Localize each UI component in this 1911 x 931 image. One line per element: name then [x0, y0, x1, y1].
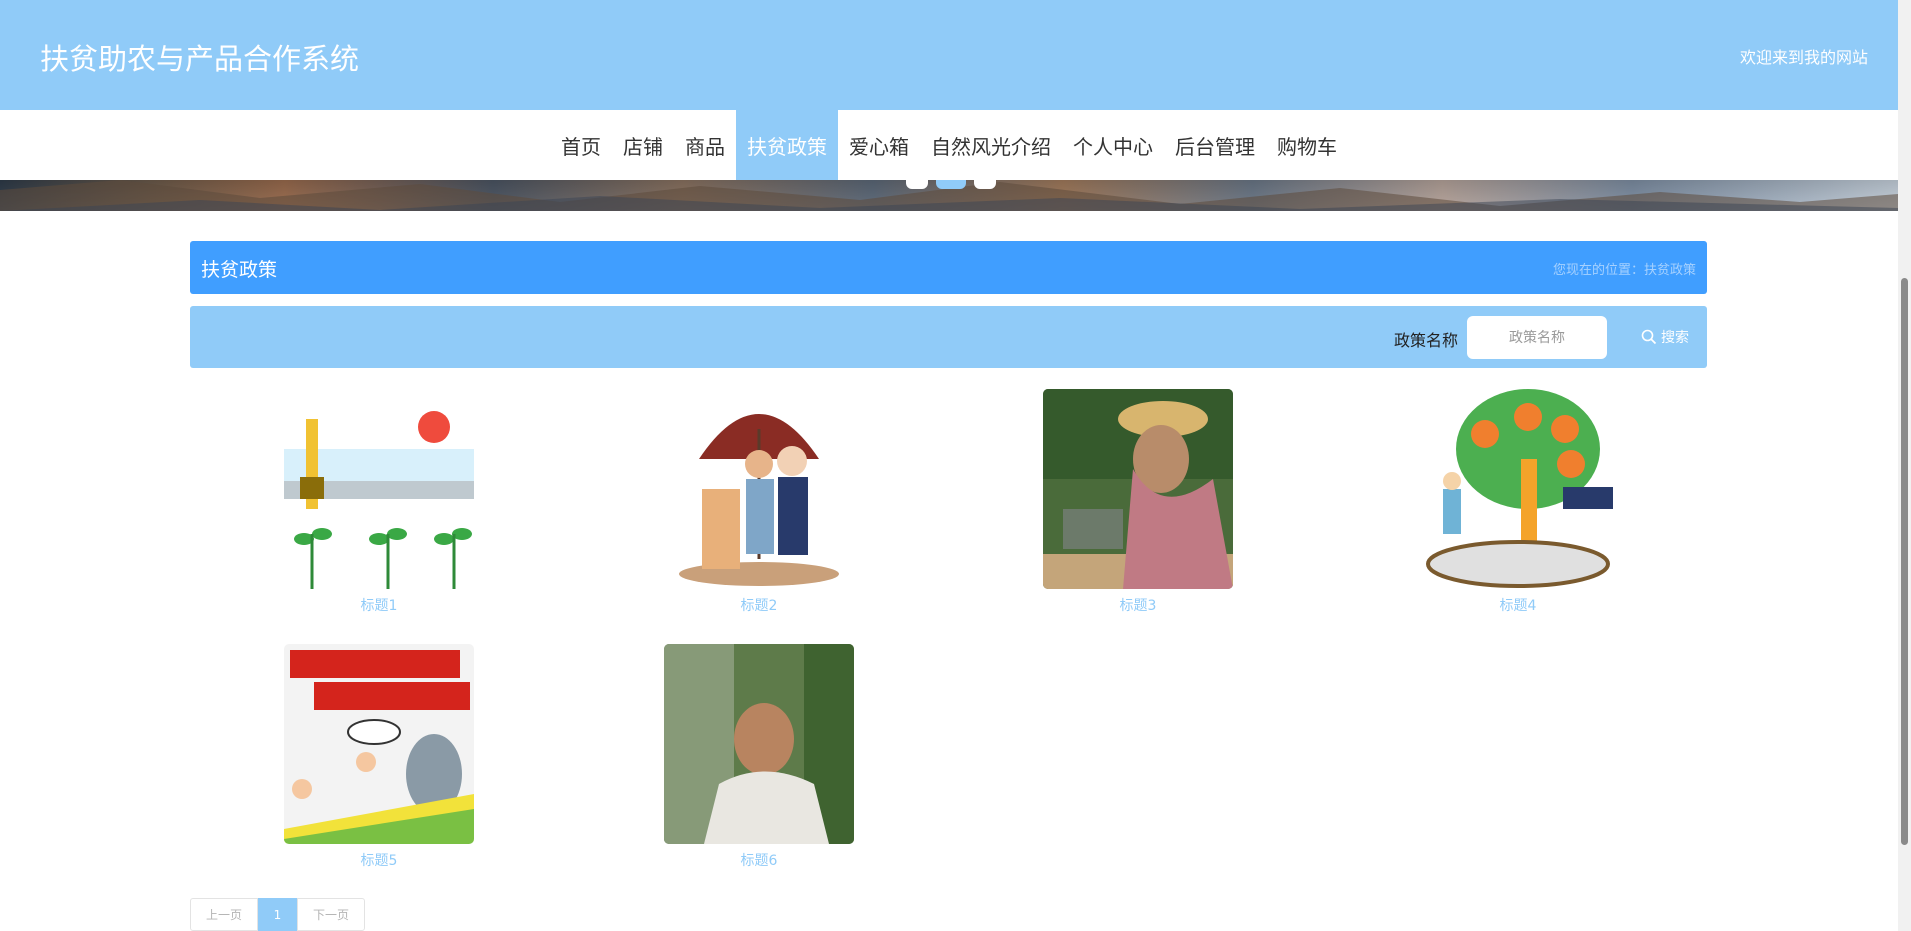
search-bar: 政策名称 搜索 [190, 306, 1707, 368]
scrollbar-thumb[interactable] [1901, 278, 1908, 845]
policy-title-5[interactable]: 标题5 [284, 850, 474, 870]
nav-item-profile[interactable]: 个人中心 [1062, 110, 1164, 180]
search-icon [1641, 329, 1657, 345]
search-button[interactable]: 搜索 [1641, 322, 1689, 352]
nav-item-shops[interactable]: 店铺 [612, 110, 674, 180]
policy-image-6[interactable] [664, 644, 854, 844]
page-number-current[interactable]: 1 [258, 898, 297, 931]
prev-page-button[interactable]: 上一页 [190, 898, 258, 931]
policy-name-input[interactable] [1467, 316, 1607, 359]
main-nav: 首页 店铺 商品 扶贫政策 爱心箱 自然风光介绍 个人中心 后台管理 购物车 [0, 110, 1898, 180]
policy-title-1[interactable]: 标题1 [284, 595, 474, 615]
policy-card[interactable]: 标题1 [284, 389, 474, 615]
banner-carousel [0, 180, 1898, 211]
policy-image-5[interactable] [284, 644, 474, 844]
breadcrumb: 您现在的位置：扶贫政策 [1552, 263, 1696, 278]
policy-card[interactable]: 标题3 [1043, 389, 1233, 615]
next-page-button[interactable]: 下一页 [297, 898, 365, 931]
policy-title-6[interactable]: 标题6 [664, 850, 854, 870]
nav-item-cart[interactable]: 购物车 [1266, 110, 1348, 180]
welcome-text: 欢迎来到我的网站 [1739, 48, 1868, 67]
pagination: 上一页 1 下一页 [190, 898, 365, 931]
nav-item-scenery[interactable]: 自然风光介绍 [920, 110, 1062, 180]
vertical-scrollbar[interactable] [1898, 0, 1911, 931]
nav-item-home[interactable]: 首页 [550, 110, 612, 180]
carousel-dot[interactable] [974, 180, 996, 189]
search-button-label: 搜索 [1661, 330, 1689, 346]
nav-item-policies[interactable]: 扶贫政策 [736, 110, 838, 180]
policy-card[interactable]: 标题5 [284, 644, 474, 870]
policy-card[interactable]: 标题4 [1423, 389, 1613, 615]
nav-item-admin[interactable]: 后台管理 [1164, 110, 1266, 180]
policy-title-3[interactable]: 标题3 [1043, 595, 1233, 615]
carousel-dot-active[interactable] [936, 180, 966, 189]
nav-item-love-box[interactable]: 爱心箱 [838, 110, 920, 180]
policy-title-4[interactable]: 标题4 [1423, 595, 1613, 615]
policy-title-2[interactable]: 标题2 [664, 595, 854, 615]
carousel-indicators [906, 180, 996, 189]
page-title: 扶贫政策 [201, 259, 278, 281]
site-header: 扶贫助农与产品合作系统 欢迎来到我的网站 [0, 0, 1898, 110]
policy-card[interactable]: 标题6 [664, 644, 854, 870]
policy-image-1[interactable] [284, 389, 474, 589]
policy-image-4[interactable] [1423, 389, 1613, 589]
policy-image-3[interactable] [1043, 389, 1233, 589]
policy-image-2[interactable] [664, 389, 854, 589]
site-title: 扶贫助农与产品合作系统 [40, 42, 360, 76]
nav-item-products[interactable]: 商品 [674, 110, 736, 180]
policy-card[interactable]: 标题2 [664, 389, 854, 615]
carousel-dot[interactable] [906, 180, 928, 189]
section-title-bar: 扶贫政策 您现在的位置：扶贫政策 [190, 241, 1707, 294]
search-label: 政策名称 [1393, 331, 1458, 350]
